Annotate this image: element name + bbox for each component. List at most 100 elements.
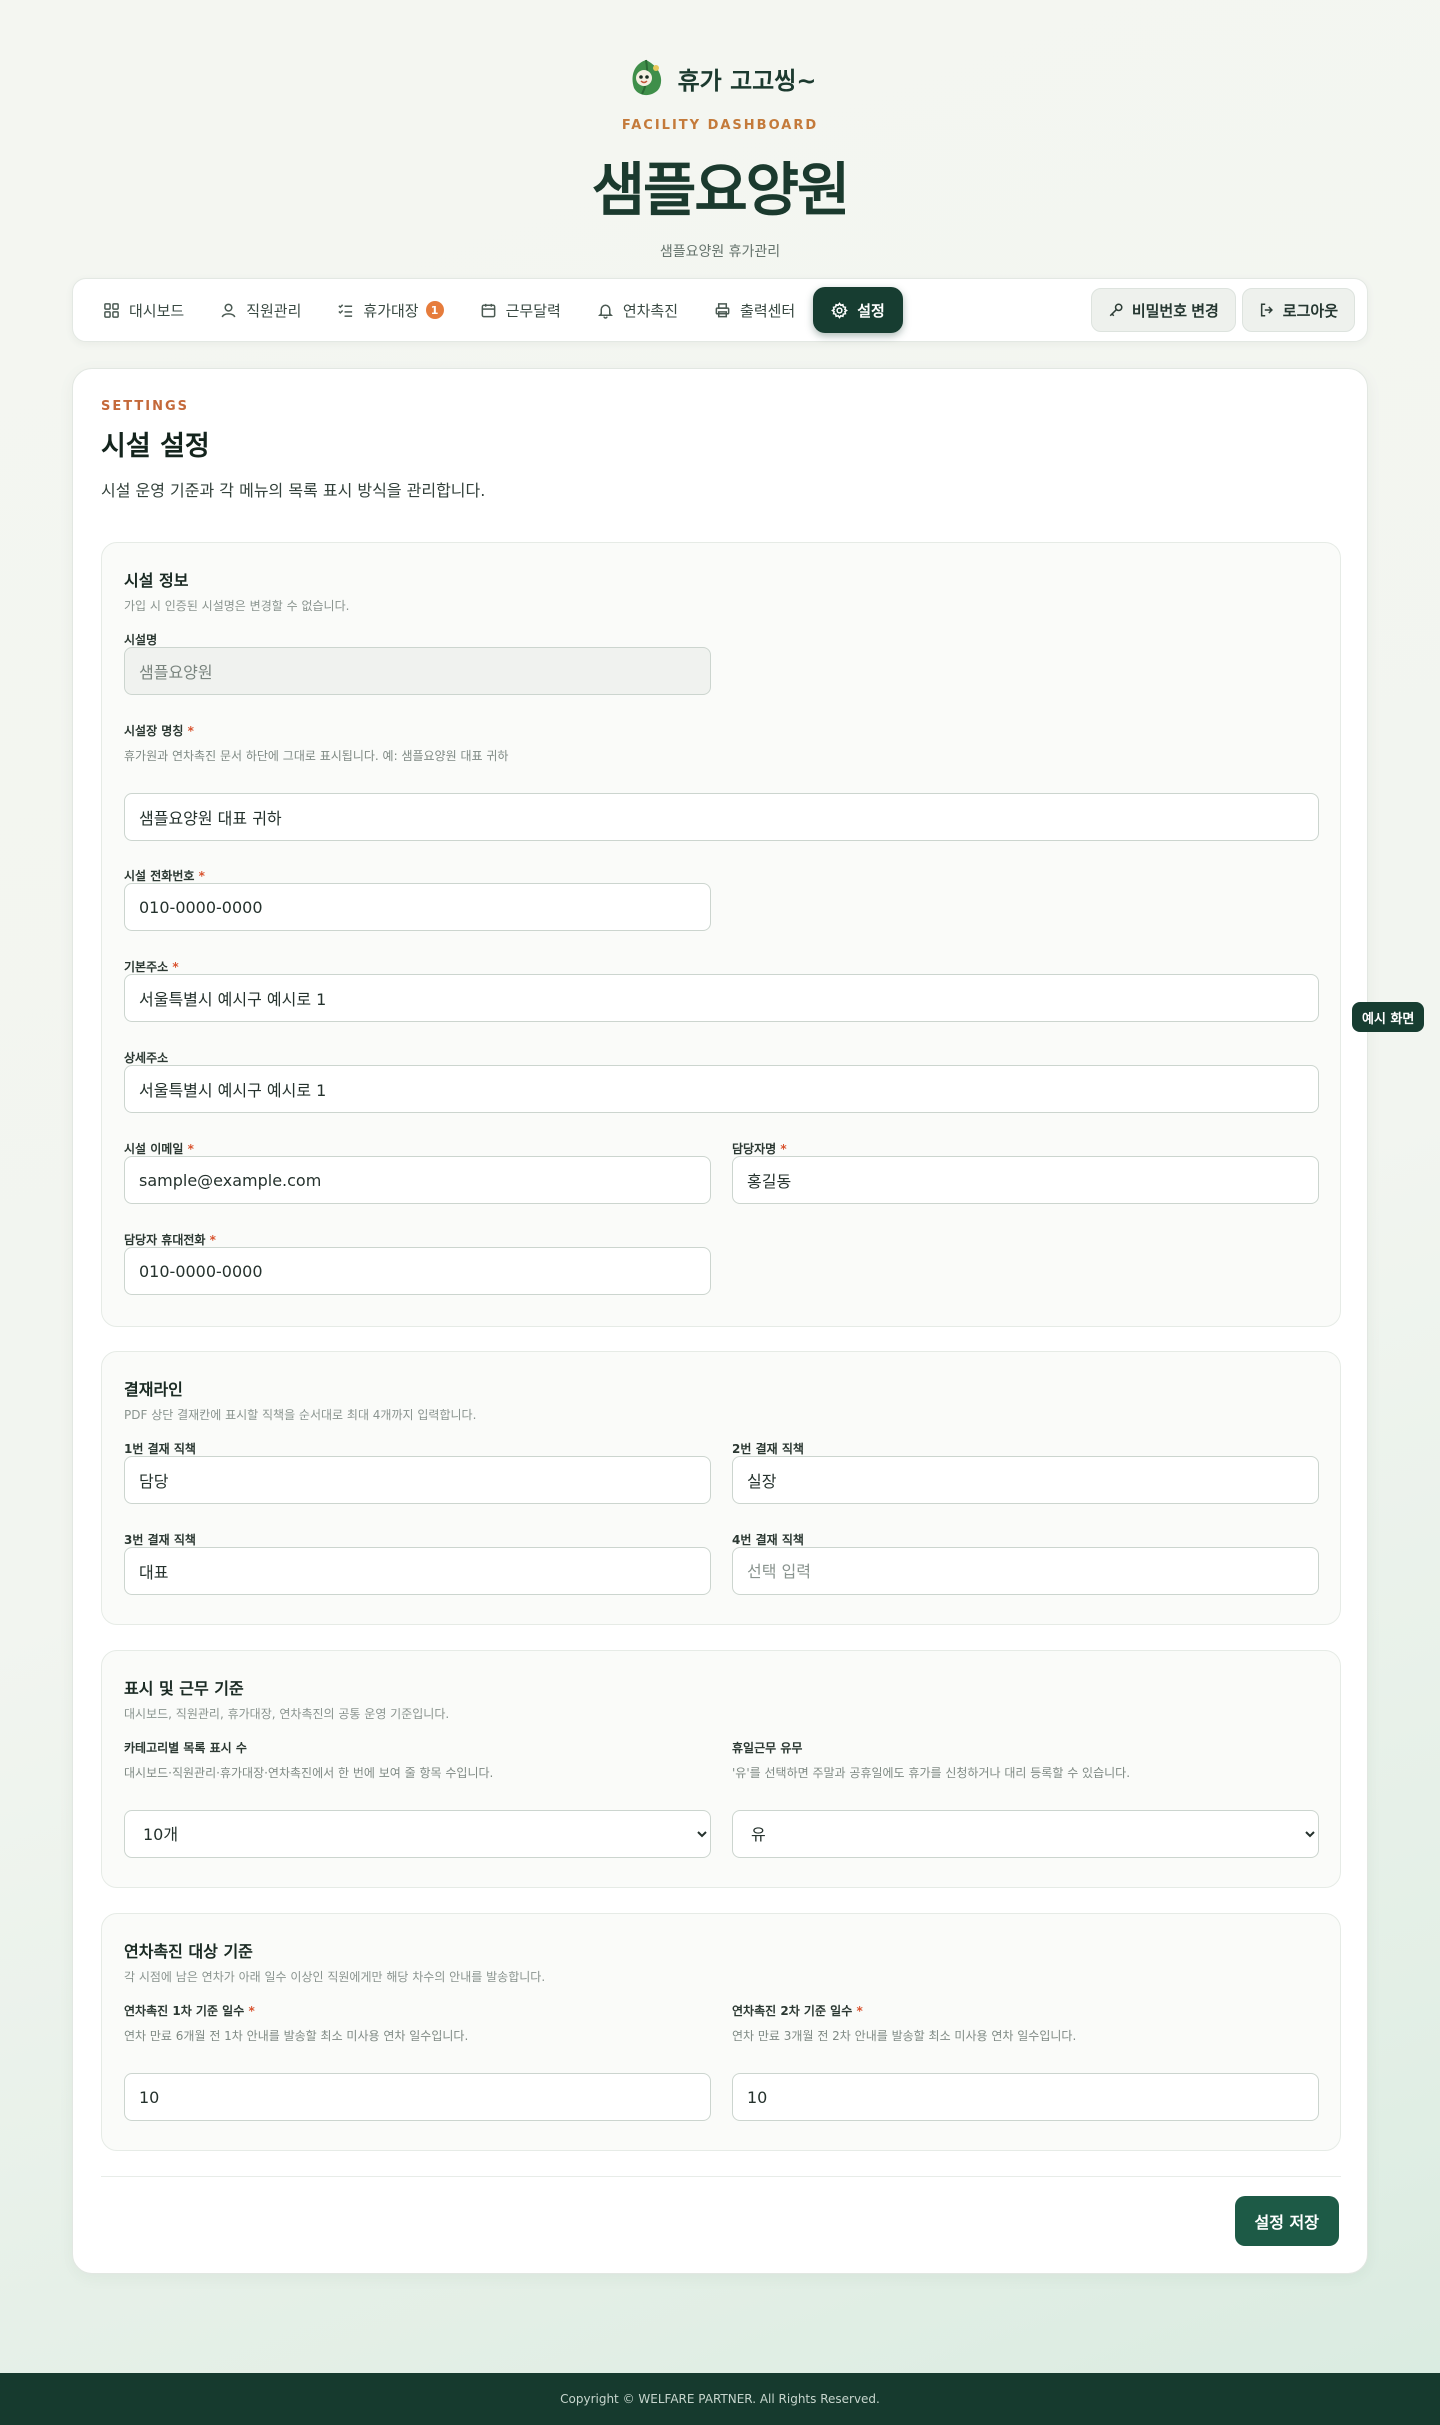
nav-item-print-center[interactable]: 출력센터 (696, 287, 813, 333)
field-help: 연차 만료 3개월 전 2차 안내를 발송할 최소 미사용 연차 일수입니다. (732, 2029, 1077, 2043)
field-label: 3번 결재 직책 (124, 1533, 196, 1547)
address-input[interactable] (124, 974, 1319, 1022)
nav-item-leave-ledger[interactable]: 휴가대장 1 (319, 287, 461, 333)
logout-button[interactable]: 로그아웃 (1241, 288, 1355, 332)
bell-icon (597, 304, 613, 319)
facility-name-field: 시설명 (124, 631, 711, 695)
field-label: 기본주소 * (124, 960, 179, 974)
demo-badge: 예시 화면 (1352, 1002, 1425, 1032)
field-label: 2번 결재 직책 (732, 1442, 804, 1456)
per-page-select[interactable]: 10개 (124, 1810, 711, 1858)
field-label: 담당자 휴대전화 * (124, 1233, 216, 1247)
section-description: 각 시점에 남은 연차가 아래 일수 이상인 직원에게만 해당 차수의 안내를 … (124, 1970, 546, 1984)
approval-2-input[interactable] (732, 1456, 1319, 1504)
field-label: 시설명 (124, 633, 158, 647)
manager-phone-input[interactable] (124, 1247, 711, 1295)
field-help: '유'를 선택하면 주말과 공휴일에도 휴가를 신청하거나 대리 등록할 수 있… (732, 1766, 1131, 1780)
page-subtitle: 샘플요양원 휴가관리 (659, 244, 781, 260)
email-field: 시설 이메일 * (124, 1140, 711, 1204)
hero-eyebrow: FACILITY DASHBOARD (621, 118, 819, 133)
main-nav: 대시보드 직원관리 휴가대장 1 근무달력 연차촉진 출력센터 설정 비밀번호 … (72, 278, 1368, 342)
section-title: 시설 정보 (124, 571, 189, 590)
field-label: 상세주소 (124, 1051, 169, 1065)
change-password-button[interactable]: 비밀번호 변경 (1090, 288, 1236, 332)
nav-item-settings[interactable]: 설정 (813, 287, 903, 333)
settings-card: SETTINGS 시설 설정 시설 운영 기준과 각 메뉴의 목록 표시 방식을… (72, 368, 1368, 2274)
nav-item-promotion[interactable]: 연차촉진 (579, 287, 696, 333)
facility-phone-field: 시설 전화번호 * (124, 867, 711, 931)
copyright-text: Copyright © WELFARE PARTNER. All Rights … (560, 2392, 880, 2406)
promotion-first-input[interactable] (124, 2073, 711, 2121)
key-icon (1109, 303, 1123, 317)
approval-line-section: 결재라인 PDF 상단 결재칸에 표시할 직책을 순서대로 최대 4개까지 입력… (101, 1351, 1341, 1625)
count-badge: 1 (425, 301, 444, 319)
save-settings-button[interactable]: 설정 저장 (1234, 2196, 1339, 2246)
checklist-icon (338, 303, 353, 317)
approval-3-field: 3번 결재 직책 (124, 1531, 711, 1595)
brand-name: 휴가 고고씽~ (677, 66, 817, 95)
footer: Copyright © WELFARE PARTNER. All Rights … (0, 2373, 1440, 2425)
holiday-work-field: 휴일근무 유무 '유'를 선택하면 주말과 공휴일에도 휴가를 신청하거나 대리… (732, 1739, 1319, 1858)
manager-name-field: 담당자명 * (732, 1140, 1319, 1204)
approval-1-field: 1번 결재 직책 (124, 1440, 711, 1504)
nav-item-label: 설정 (857, 301, 885, 320)
nav-item-staff[interactable]: 직원관리 (202, 287, 319, 333)
nav-item-label: 직원관리 (246, 301, 302, 320)
field-label: 휴일근무 유무 (732, 1741, 803, 1755)
field-help: 대시보드·직원관리·휴가대장·연차촉진에서 한 번에 보여 줄 항목 수입니다. (124, 1766, 494, 1780)
manager-name-input[interactable] (732, 1156, 1319, 1204)
field-label: 연차촉진 1차 기준 일수 * (124, 2004, 255, 2018)
nav-item-calendar[interactable]: 근무달력 (462, 287, 579, 333)
calendar-icon (481, 303, 496, 317)
nav-item-label: 휴가대장 (363, 301, 419, 320)
settings-title: 시설 설정 (101, 431, 210, 462)
leaf-mascot-icon (632, 59, 661, 96)
nav-item-label: 근무달력 (505, 301, 561, 320)
section-description: PDF 상단 결재칸에 표시할 직책을 순서대로 최대 4개까지 입력합니다. (124, 1408, 477, 1422)
settings-eyebrow: SETTINGS (101, 399, 190, 414)
facility-phone-input[interactable] (124, 883, 711, 931)
approval-1-input[interactable] (124, 1456, 711, 1504)
settings-description: 시설 운영 기준과 각 메뉴의 목록 표시 방식을 관리합니다. (101, 481, 486, 500)
field-label: 4번 결재 직책 (732, 1533, 804, 1547)
manager-phone-field: 담당자 휴대전화 * (124, 1231, 711, 1295)
nav-item-dashboard[interactable]: 대시보드 (85, 287, 202, 333)
promotion-second-input[interactable] (732, 2073, 1319, 2121)
logout-icon (1260, 303, 1273, 317)
promotion-section: 연차촉진 대상 기준 각 시점에 남은 연차가 아래 일수 이상인 직원에게만 … (101, 1913, 1341, 2151)
holiday-work-select[interactable]: 유 (732, 1810, 1319, 1858)
promotion-first-field: 연차촉진 1차 기준 일수 * 연차 만료 6개월 전 1차 안내를 발송할 최… (124, 2002, 711, 2121)
section-description: 대시보드, 직원관리, 휴가대장, 연차촉진의 공통 운영 기준입니다. (124, 1707, 450, 1721)
address-field: 기본주소 * (124, 958, 1319, 1022)
field-label: 시설 이메일 * (124, 1142, 194, 1156)
section-title: 표시 및 근무 기준 (124, 1679, 244, 1698)
promotion-second-field: 연차촉진 2차 기준 일수 * 연차 만료 3개월 전 2차 안내를 발송할 최… (732, 2002, 1319, 2121)
approval-3-input[interactable] (124, 1547, 711, 1595)
field-label: 시설 전화번호 * (124, 869, 205, 883)
field-label: 시설장 명칭 * (124, 724, 194, 738)
gear-icon (831, 301, 849, 319)
change-password-label: 비밀번호 변경 (1131, 302, 1219, 320)
address-detail-input[interactable] (124, 1065, 1319, 1113)
user-icon (221, 303, 236, 317)
approval-2-field: 2번 결재 직책 (732, 1440, 1319, 1504)
section-title: 결재라인 (124, 1380, 183, 1399)
grid-icon (104, 302, 119, 318)
per-page-field: 카테고리별 목록 표시 수 대시보드·직원관리·휴가대장·연차촉진에서 한 번에… (124, 1739, 711, 1858)
section-title: 연차촉진 대상 기준 (124, 1942, 253, 1961)
email-input[interactable] (124, 1156, 711, 1204)
section-description: 가입 시 인증된 시설명은 변경할 수 없습니다. (124, 599, 350, 613)
director-title-input[interactable] (124, 793, 1319, 841)
nav-item-label: 연차촉진 (622, 301, 679, 320)
address-detail-field: 상세주소 (124, 1049, 1319, 1113)
nav-item-label: 대시보드 (129, 301, 185, 320)
field-label: 1번 결재 직책 (124, 1442, 196, 1456)
brand[interactable]: 휴가 고고씽~ (0, 54, 1440, 102)
printer-icon (715, 302, 730, 317)
facility-name-input (124, 647, 711, 695)
field-help: 연차 만료 6개월 전 1차 안내를 발송할 최소 미사용 연차 일수입니다. (124, 2029, 469, 2043)
page-header: 휴가 고고씽~ FACILITY DASHBOARD 샘플요양원 샘플요양원 휴… (0, 0, 1440, 278)
approval-4-input[interactable] (732, 1547, 1319, 1595)
facility-info-section: 시설 정보 가입 시 인증된 시설명은 변경할 수 없습니다. 시설명 시설장 … (101, 542, 1341, 1327)
field-label: 담당자명 * (732, 1142, 787, 1156)
